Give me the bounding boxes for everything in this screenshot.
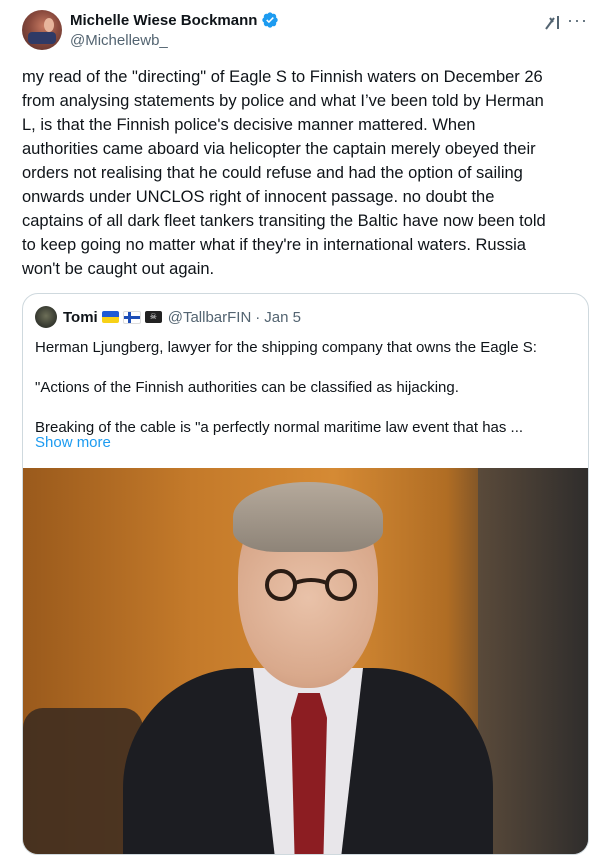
tweet-body: my read of the "directing" of Eagle S to… — [22, 68, 546, 278]
author-avatar[interactable] — [22, 10, 62, 50]
ukraine-flag-icon — [101, 311, 119, 323]
quote-header: Tomi ☠ @TallbarFIN · Jan 5 — [35, 306, 301, 328]
quote-author-name[interactable]: Tomi — [63, 309, 98, 326]
quote-photo[interactable] — [23, 468, 588, 854]
quote-author-handle[interactable]: @TallbarFIN — [168, 309, 252, 326]
author-name[interactable]: Michelle Wiese Bockmann — [70, 12, 257, 29]
finland-flag-icon — [122, 310, 141, 324]
quote-text: Herman Ljungberg, lawyer for the shippin… — [35, 338, 575, 458]
grok-icon[interactable] — [543, 12, 563, 32]
verified-badge-icon — [262, 12, 279, 28]
author-row: Michelle Wiese Bockmann — [70, 11, 279, 29]
quote-line: Breaking of the cable is "a perfectly no… — [35, 419, 524, 436]
pirate-flag-icon: ☠ — [144, 311, 162, 323]
more-icon[interactable]: ··· — [567, 11, 588, 29]
quote-date[interactable]: Jan 5 — [264, 309, 301, 326]
quoted-tweet[interactable]: Tomi ☠ @TallbarFIN · Jan 5 Herman Ljungb… — [22, 293, 589, 855]
quote-separator: · — [255, 308, 261, 326]
quote-line: Herman Ljungberg, lawyer for the shippin… — [35, 339, 537, 356]
show-more-link[interactable]: Show more — [35, 434, 111, 451]
quote-avatar[interactable] — [35, 306, 57, 328]
quote-line: "Actions of the Finnish authorities can … — [35, 379, 459, 396]
author-handle[interactable]: @Michellewb_ — [70, 32, 168, 49]
